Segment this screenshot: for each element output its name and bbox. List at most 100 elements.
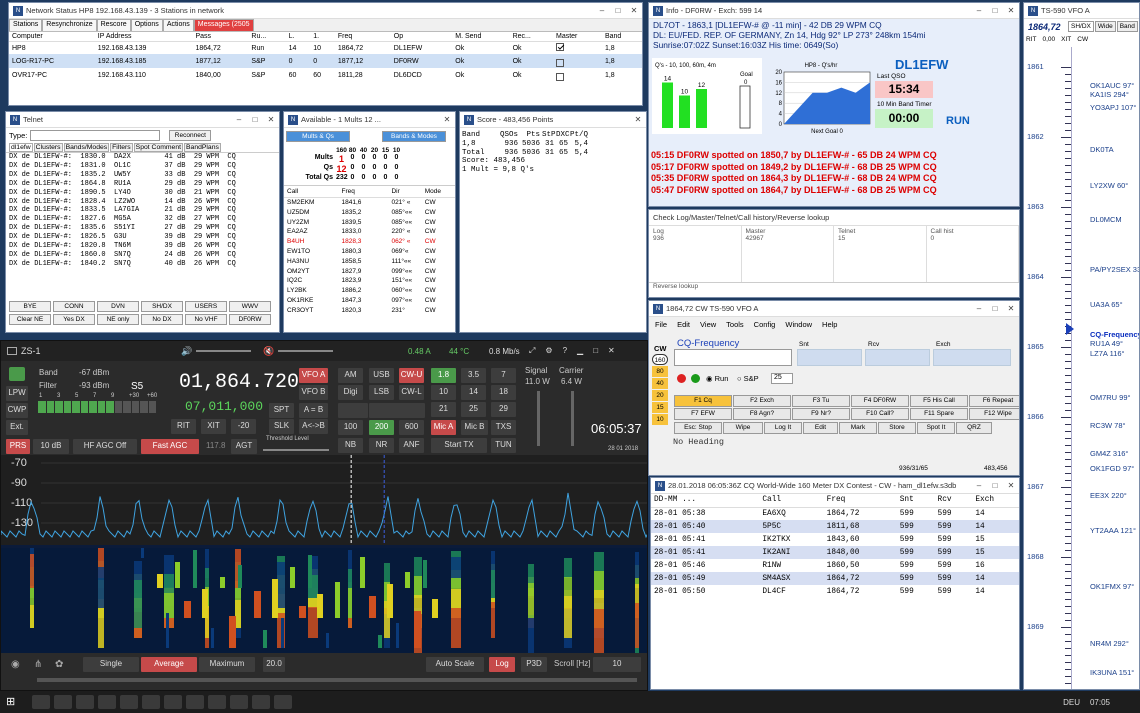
mute-slider[interactable] (278, 350, 333, 352)
column-header[interactable]: L. (285, 32, 311, 42)
spot-line[interactable]: 05:15 DF0RW spotted on 1850,7 by DL1EFW-… (651, 150, 1011, 162)
threshold-slider[interactable] (263, 449, 329, 451)
mic-a-button[interactable]: Mic A (431, 420, 456, 435)
bandmap-spot[interactable]: YT2AAA 121° (1090, 526, 1136, 535)
nb-button[interactable]: NB (338, 438, 363, 453)
rit-button[interactable]: RIT (171, 419, 196, 434)
maximize-icon[interactable]: □ (593, 346, 598, 356)
table-row[interactable]: LOG-R17-PC 192.168.43.185 1877,12 S&P 0 0 1877… (9, 54, 642, 68)
band-button-80[interactable]: 80 (652, 366, 668, 377)
app-icon[interactable] (274, 695, 292, 709)
volume-slider[interactable] (196, 350, 251, 352)
list-item[interactable]: EW1TO 1880,3 069°« CW (284, 247, 455, 257)
scroll-select[interactable]: 10 (593, 657, 641, 672)
mic-b-button[interactable]: Mic B (461, 420, 488, 435)
lpw-button[interactable]: LPW (6, 386, 28, 401)
table-row[interactable]: HP8 192.168.43.139 1864,72 Run 14 10 1864,72 DL… (9, 42, 642, 55)
band-button-7[interactable]: 7 (491, 368, 516, 383)
column-header[interactable]: Dir (391, 188, 424, 195)
minimize-icon[interactable]: ▁ (577, 346, 583, 356)
signal-slider[interactable] (537, 391, 540, 446)
title-bar[interactable]: N 1864,72 CW TS-590 VFO A – □ ✕ (649, 301, 1019, 317)
log-button[interactable]: Log (489, 657, 515, 672)
menu-item-window[interactable]: Window (785, 320, 812, 329)
app-icon[interactable] (208, 695, 226, 709)
menu-item-tools[interactable]: Tools (726, 320, 744, 329)
band-button-10[interactable]: 10 (652, 414, 668, 425)
band-button-20[interactable]: 20 (652, 390, 668, 401)
fkey-6[interactable]: F6 Repeat (969, 395, 1019, 407)
swap-button[interactable]: A<->B (299, 419, 328, 434)
spot-line[interactable]: 05:17 DF0RW spotted on 1849,2 by DL1EFW-… (651, 162, 1011, 174)
bandmap-spot[interactable]: OM7RU 99° (1090, 393, 1131, 402)
app-icon[interactable] (164, 695, 182, 709)
telnet-button-clearne[interactable]: Clear NE (9, 314, 51, 325)
bandmap-spot[interactable]: IK3UNA 151° (1090, 668, 1134, 677)
title-bar[interactable]: N Info - DF0RW - Exch: 599 14 – □ ✕ (649, 3, 1019, 19)
mode-usb[interactable]: USB (369, 368, 394, 383)
step-right-button[interactable] (369, 403, 425, 418)
band-button-25[interactable]: 25 (461, 402, 486, 417)
a-equals-b-button[interactable]: A = B (299, 403, 328, 418)
table-row[interactable]: 28-01 05:50 DL4CF 1864,72 599 599 14 (651, 585, 1019, 598)
attenuator-select[interactable]: 10 dB (33, 439, 69, 454)
menu-item-file[interactable]: File (655, 320, 667, 329)
telnet-line[interactable]: DX de DL1EFW-#: 1835.2 UW5Y 33 dB 29 WPM… (6, 171, 279, 180)
tab-0[interactable]: Stations (9, 19, 43, 31)
minimize-icon[interactable]: – (971, 304, 987, 313)
close-icon[interactable]: ✕ (439, 115, 455, 124)
slk-button[interactable]: SLK (269, 419, 294, 434)
help-icon[interactable]: ? (563, 346, 567, 356)
fkey-10[interactable]: F10 Call? (851, 408, 909, 420)
vfo-a-button[interactable]: VFO A (299, 368, 328, 383)
band-button-14[interactable]: 14 (461, 385, 486, 400)
app-icon[interactable] (142, 695, 160, 709)
list-item[interactable]: OK1RKE 1847,3 097°«« CW (284, 296, 455, 306)
table-row[interactable]: 28-01 05:49 SM4ASX 1864,72 599 599 14 (651, 572, 1019, 585)
start-icon[interactable]: ⊞ (6, 695, 24, 709)
telnet-line[interactable]: DX de DL1EFW-#: 1890.5 LY4O 30 dB 21 WPM… (6, 189, 279, 198)
list-item[interactable]: LY2BK 1886,2 060°«« CW (284, 286, 455, 296)
bandmap-spot[interactable]: UA3A 65° (1090, 300, 1123, 309)
fkey-4[interactable]: F4 DF0RW (851, 395, 909, 407)
close-icon[interactable]: ✕ (608, 346, 615, 356)
title-bar[interactable]: N Network Status HP8 192.168.43.139 - 3 S… (9, 3, 642, 19)
mode-am[interactable]: AM (338, 368, 363, 383)
telnet-button-nodx[interactable]: No DX (141, 314, 183, 325)
bandmap-spot[interactable]: OK1FMX 97° (1090, 582, 1134, 591)
telnet-line[interactable]: DX de DL1EFW-#: 1830.0 DA2X 41 dB 29 WPM… (6, 153, 279, 162)
action-button-escstop[interactable]: Esc: Stop (674, 422, 722, 434)
network-icon[interactable]: ✿ (55, 659, 63, 670)
band-button-160[interactable]: 160 (652, 354, 668, 365)
column-header[interactable]: Master (552, 32, 602, 42)
band-button-15[interactable]: 15 (652, 402, 668, 413)
cwp-button[interactable]: CWP (6, 403, 28, 418)
table-row[interactable]: 28-01 05:46 R1NW 1860,50 599 599 16 (651, 559, 1019, 572)
clock[interactable]: 07:05 (1090, 698, 1110, 707)
menu-item-edit[interactable]: Edit (677, 320, 690, 329)
telnet-button-df0rw[interactable]: DF0RW (229, 314, 271, 325)
app-icon[interactable] (186, 695, 204, 709)
title-bar[interactable]: N Available - 1 Mults 12 ... ✕ (284, 112, 455, 128)
column-header[interactable]: IP Address (94, 32, 193, 42)
settings-icon[interactable]: ⚙ (545, 346, 552, 356)
column-header[interactable]: Ru... (248, 32, 286, 42)
menu-item-help[interactable]: Help (822, 320, 837, 329)
column-header[interactable]: Exch (972, 494, 1019, 508)
list-item[interactable]: OM2YT 1827,9 099°«« CW (284, 267, 455, 277)
telnet-tab-1[interactable]: Clusters (33, 143, 63, 152)
column-header[interactable]: Rcv (934, 494, 973, 508)
close-icon[interactable]: ✕ (1003, 6, 1019, 15)
minimize-icon[interactable]: – (231, 115, 247, 124)
spot-line[interactable]: 05:47 DF0RW spotted on 1864,7 by DL1EFW-… (651, 185, 1011, 197)
tab-2[interactable]: Rescore (96, 19, 131, 31)
master-checkbox-unchecked[interactable]: unchecked (555, 73, 564, 81)
nr-button[interactable]: NR (369, 438, 394, 453)
column-header[interactable]: Call (759, 494, 824, 508)
telnet-button-wwv[interactable]: WWV (229, 301, 271, 312)
telnet-line[interactable]: DX de DL1EFW-#: 1840.2 SN7Q 40 dB 26 WPM… (6, 260, 279, 269)
waterfall-display[interactable] (1, 548, 647, 653)
bandmap-spot[interactable]: YO3APJ 107° (1090, 103, 1136, 112)
bandmap-spot[interactable]: EE3X 220° (1090, 491, 1127, 500)
telnet-tab-0[interactable]: dl1efw (9, 143, 33, 152)
